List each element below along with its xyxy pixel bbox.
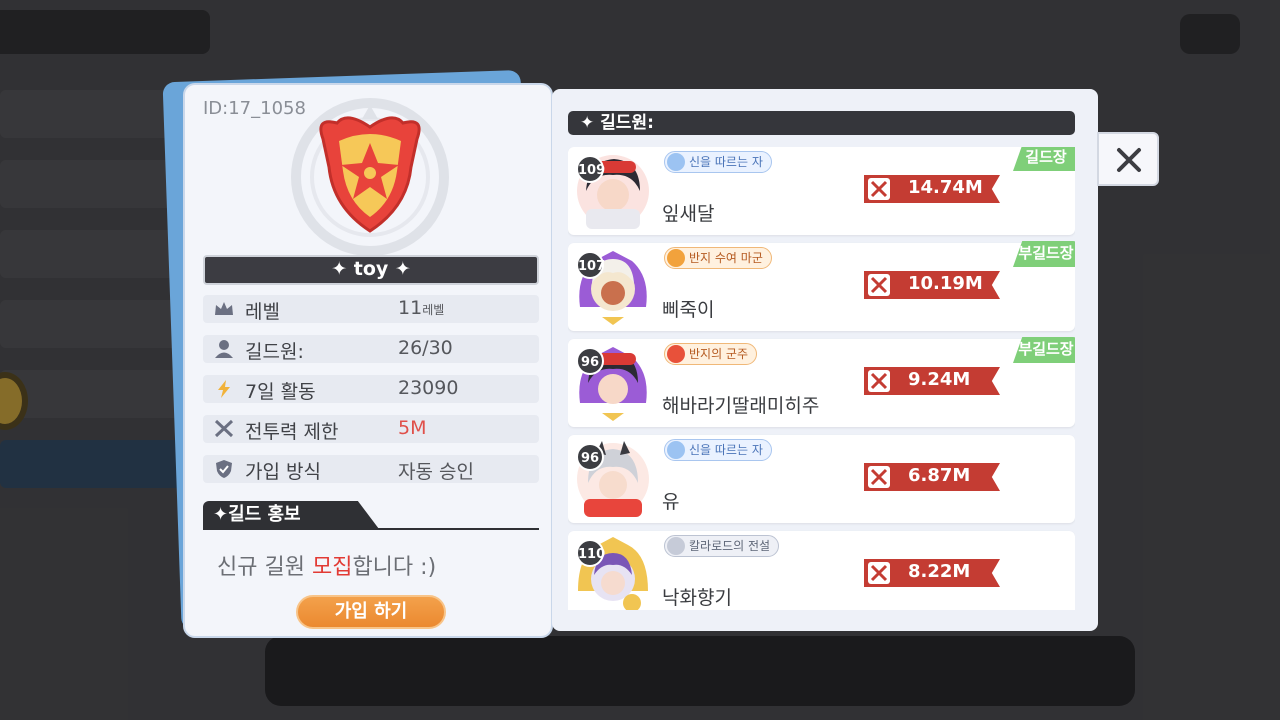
guild-name-plate: ✦ toy ✦ bbox=[203, 255, 539, 285]
member-name: 삐죽이 bbox=[662, 299, 715, 321]
member-rank-badge: 길드장 bbox=[1013, 147, 1075, 171]
crossed-swords-icon bbox=[868, 274, 890, 296]
member-row[interactable]: 110 칼라로드의 전설 낙화향기 8.22M bbox=[568, 531, 1075, 610]
join-guild-button[interactable]: 가입 하기 bbox=[296, 595, 446, 629]
member-power-banner: 9.24M bbox=[864, 367, 1000, 395]
members-panel: ✦ 길드원: 109 신을 따르는 자 잎새달 14.74M 길드장 107 반… bbox=[552, 89, 1098, 631]
member-title-badge: 반지 수여 마군 bbox=[664, 247, 772, 269]
info-row-activity: 7일 활동 23090 bbox=[203, 375, 539, 403]
member-title-badge: 신을 따르는 자 bbox=[664, 151, 772, 173]
info-label-power-limit: 전투력 제한 bbox=[245, 421, 339, 443]
member-power-banner: 14.74M bbox=[864, 175, 1000, 203]
member-level: 109 bbox=[576, 155, 605, 183]
info-value-level: 11레벨 bbox=[398, 297, 445, 319]
member-power-banner: 6.87M bbox=[864, 463, 1000, 491]
member-power-banner: 10.19M bbox=[864, 271, 1000, 299]
title-emblem-icon bbox=[667, 537, 685, 555]
guild-promo-text: 신규 길원 모집합니다 :) bbox=[217, 555, 437, 580]
info-label-level: 레벨 bbox=[245, 301, 280, 323]
promo-divider bbox=[203, 528, 539, 530]
guild-emblem-icon bbox=[291, 98, 449, 256]
crossed-swords-icon bbox=[868, 370, 890, 392]
crossed-swords-icon bbox=[868, 466, 890, 488]
close-icon bbox=[1117, 148, 1141, 172]
member-level: 96 bbox=[576, 443, 604, 471]
member-power-banner: 8.22M bbox=[864, 559, 1000, 587]
member-level: 96 bbox=[576, 347, 604, 375]
info-value-power-limit: 5M bbox=[398, 417, 427, 439]
shield-check-icon bbox=[216, 460, 232, 478]
info-value-join-method: 자동 승인 bbox=[398, 461, 474, 483]
title-emblem-icon bbox=[667, 153, 685, 171]
member-row[interactable]: 96 신을 따르는 자 유 6.87M bbox=[568, 435, 1075, 523]
member-row[interactable]: 107 반지 수여 마군 삐죽이 10.19M 부길드장 bbox=[568, 241, 1075, 331]
info-label-activity: 7일 활동 bbox=[245, 381, 316, 403]
crown-icon bbox=[215, 302, 233, 315]
member-row[interactable]: 109 신을 따르는 자 잎새달 14.74M 길드장 bbox=[568, 147, 1075, 235]
member-title-badge: 반지의 군주 bbox=[664, 343, 758, 365]
info-value-members: 26/30 bbox=[398, 337, 453, 359]
info-row-members: 길드원: 26/30 bbox=[203, 335, 539, 363]
member-rank-badge: 부길드장 bbox=[1013, 241, 1075, 267]
member-level: 110 bbox=[576, 539, 605, 567]
crossed-swords-icon bbox=[214, 419, 234, 438]
info-value-activity: 23090 bbox=[398, 377, 459, 399]
info-row-power-limit: 전투력 제한 5M bbox=[203, 415, 539, 443]
info-row-join-method: 가입 방식 자동 승인 bbox=[203, 455, 539, 483]
member-name: 잎새달 bbox=[662, 203, 715, 225]
member-name: 해바라기딸래미히주 bbox=[662, 395, 820, 417]
person-icon bbox=[215, 340, 233, 358]
info-label-members: 길드원: bbox=[245, 341, 304, 363]
info-row-level: 레벨 11레벨 bbox=[203, 295, 539, 323]
crossed-swords-icon bbox=[868, 178, 890, 200]
member-title-badge: 신을 따르는 자 bbox=[664, 439, 772, 461]
guild-info-card: ID:17_1058 ✦ toy ✦ 레벨 11레벨 길드원: 26/30 7일… bbox=[183, 83, 553, 638]
members-list[interactable]: 109 신을 따르는 자 잎새달 14.74M 길드장 107 반지 수여 마군… bbox=[568, 147, 1075, 610]
members-header: ✦ 길드원: bbox=[568, 111, 1075, 135]
close-button[interactable] bbox=[1097, 132, 1159, 186]
title-emblem-icon bbox=[667, 249, 685, 267]
info-label-join-method: 가입 방식 bbox=[245, 461, 321, 483]
guild-promo-tab: ✦길드 홍보 bbox=[203, 501, 379, 529]
member-level: 107 bbox=[576, 251, 605, 279]
member-name: 낙화향기 bbox=[662, 587, 732, 609]
member-rank-badge: 부길드장 bbox=[1013, 337, 1075, 363]
guild-info-list: 레벨 11레벨 길드원: 26/30 7일 활동 23090 전투력 제한 5M… bbox=[203, 295, 539, 495]
title-emblem-icon bbox=[667, 345, 685, 363]
lightning-icon bbox=[218, 380, 230, 398]
member-row[interactable]: 96 반지의 군주 해바라기딸래미히주 9.24M 부길드장 bbox=[568, 337, 1075, 427]
crossed-swords-icon bbox=[868, 562, 890, 584]
member-title-badge: 칼라로드의 전설 bbox=[664, 535, 780, 557]
title-emblem-icon bbox=[667, 441, 685, 459]
member-name: 유 bbox=[662, 491, 680, 513]
